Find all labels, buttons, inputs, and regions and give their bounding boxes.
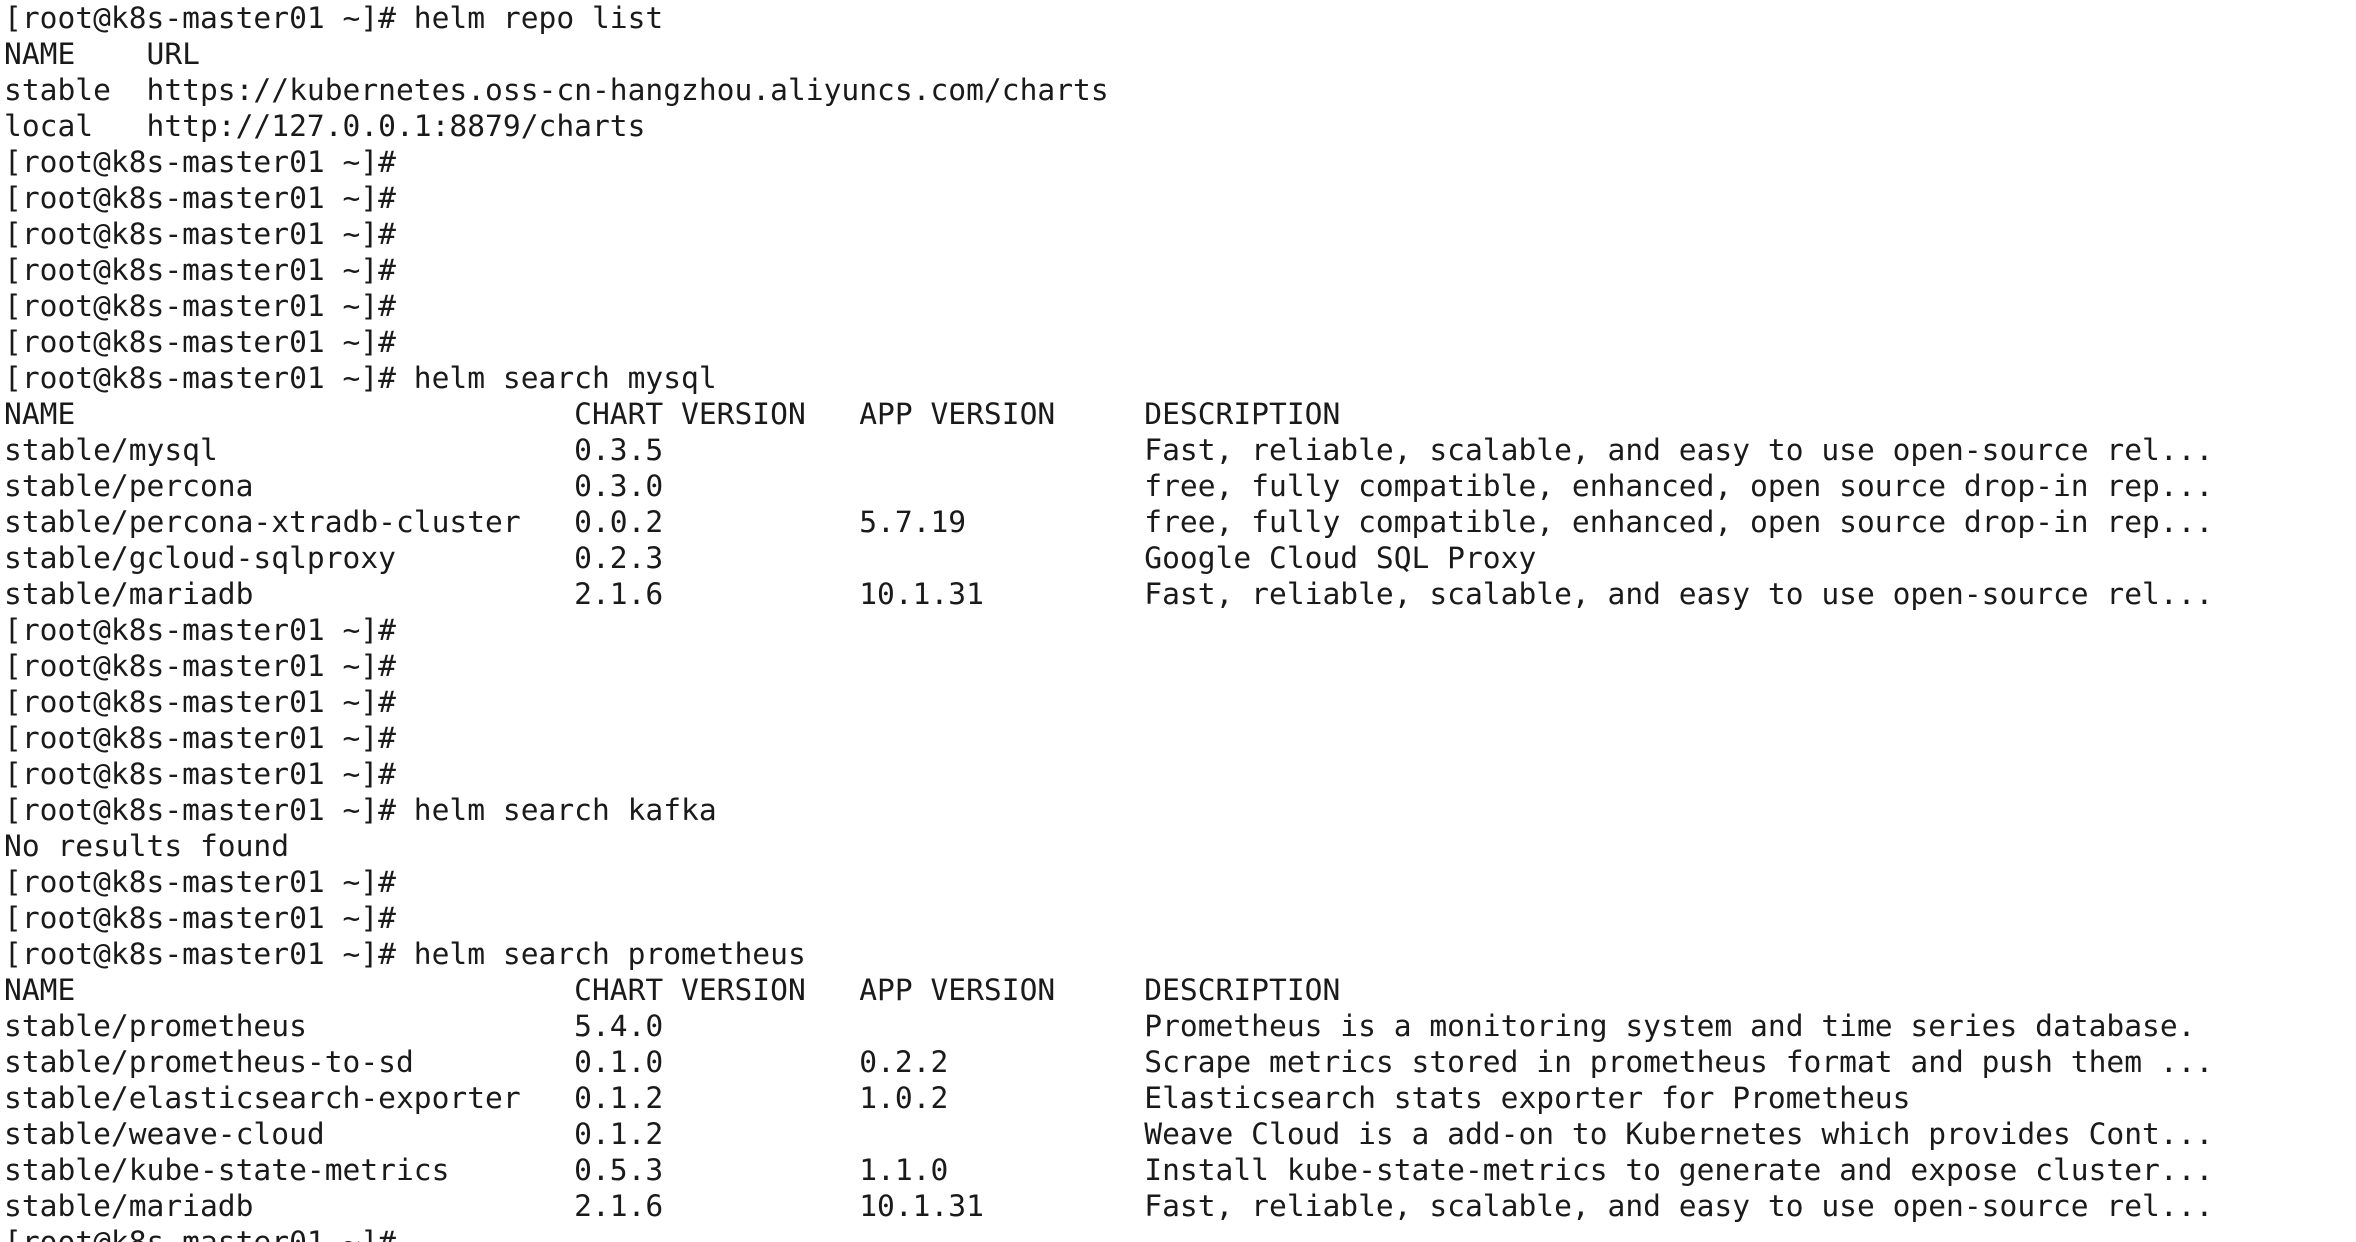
prompt-line: [root@k8s-master01 ~]# <box>4 253 396 287</box>
prompt-line: [root@k8s-master01 ~]# <box>4 613 396 647</box>
prompt-line: [root@k8s-master01 ~]# <box>4 1225 396 1242</box>
output-line: stable https://kubernetes.oss-cn-hangzho… <box>4 73 1109 107</box>
table-row: stable/mariadb 2.1.6 10.1.31 Fast, relia… <box>4 1189 2214 1223</box>
prompt-line: [root@k8s-master01 ~]# <box>4 649 396 683</box>
table-row: stable/elasticsearch-exporter 0.1.2 1.0.… <box>4 1081 1911 1115</box>
table-row: stable/kube-state-metrics 0.5.3 1.1.0 In… <box>4 1153 2214 1187</box>
output-line: No results found <box>4 829 290 863</box>
table-header: NAME CHART VERSION APP VERSION DESCRIPTI… <box>4 973 1341 1007</box>
table-row: stable/percona 0.3.0 free, fully compati… <box>4 469 2214 503</box>
table-row: stable/prometheus-to-sd 0.1.0 0.2.2 Scra… <box>4 1045 2214 1079</box>
prompt-line: [root@k8s-master01 ~]# <box>4 145 396 179</box>
prompt-line: [root@k8s-master01 ~]# <box>4 217 396 251</box>
prompt-line: [root@k8s-master01 ~]# <box>4 685 396 719</box>
table-row: stable/mariadb 2.1.6 10.1.31 Fast, relia… <box>4 577 2214 611</box>
table-row: stable/weave-cloud 0.1.2 Weave Cloud is … <box>4 1117 2214 1151</box>
terminal-output[interactable]: [root@k8s-master01 ~]# helm repo list NA… <box>4 0 2356 1242</box>
output-line: local http://127.0.0.1:8879/charts <box>4 109 646 143</box>
prompt-line: [root@k8s-master01 ~]# <box>4 865 396 899</box>
prompt-line: [root@k8s-master01 ~]# <box>4 901 396 935</box>
table-row: stable/percona-xtradb-cluster 0.0.2 5.7.… <box>4 505 2214 539</box>
table-row: stable/gcloud-sqlproxy 0.2.3 Google Clou… <box>4 541 1537 575</box>
table-header: NAME CHART VERSION APP VERSION DESCRIPTI… <box>4 397 1341 431</box>
command-line: [root@k8s-master01 ~]# helm repo list <box>4 1 664 35</box>
prompt-line: [root@k8s-master01 ~]# <box>4 721 396 755</box>
prompt-line: [root@k8s-master01 ~]# <box>4 289 396 323</box>
prompt-line: [root@k8s-master01 ~]# <box>4 325 396 359</box>
prompt-line: [root@k8s-master01 ~]# <box>4 757 396 791</box>
table-row: stable/prometheus 5.4.0 Prometheus is a … <box>4 1009 2196 1043</box>
command-line: [root@k8s-master01 ~]# helm search prome… <box>4 937 806 971</box>
prompt-line: [root@k8s-master01 ~]# <box>4 181 396 215</box>
output-line: NAME URL <box>4 37 200 71</box>
command-line: [root@k8s-master01 ~]# helm search mysql <box>4 361 717 395</box>
table-row: stable/mysql 0.3.5 Fast, reliable, scala… <box>4 433 2214 467</box>
command-line: [root@k8s-master01 ~]# helm search kafka <box>4 793 717 827</box>
